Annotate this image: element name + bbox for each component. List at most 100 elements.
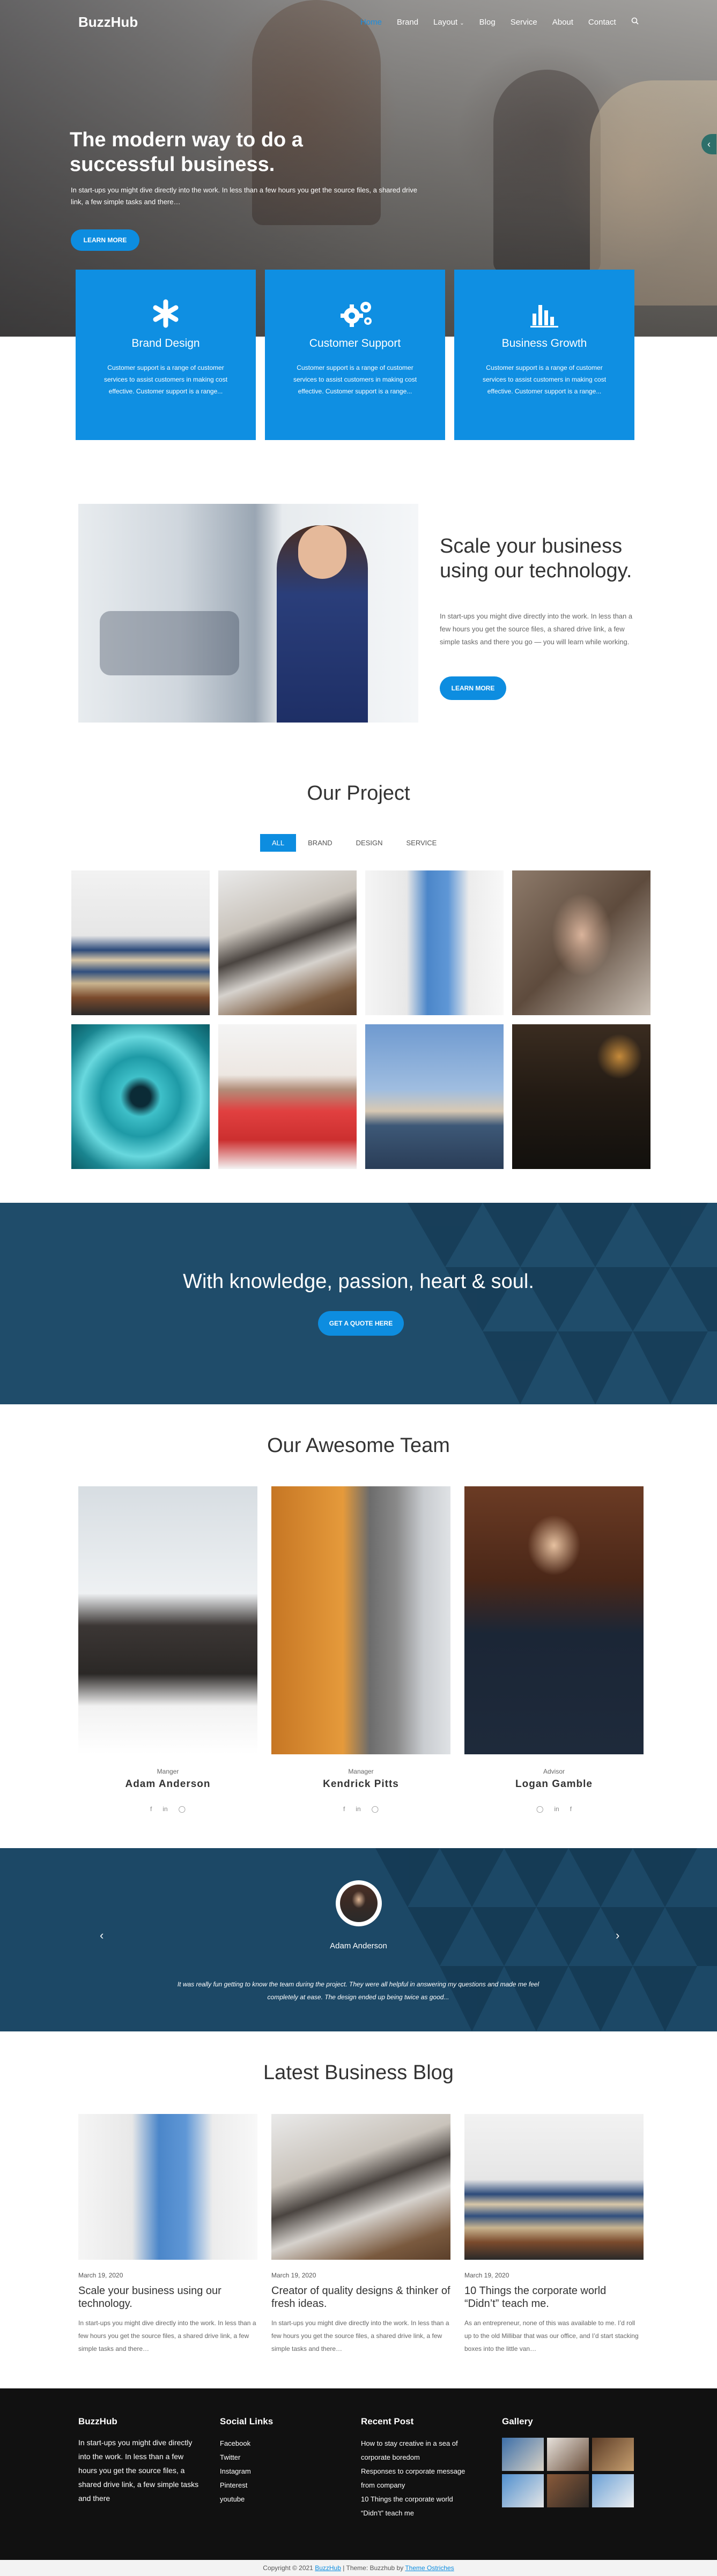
feature-text: Customer support is a range of customer … xyxy=(293,364,417,395)
linkedin-icon[interactable]: in xyxy=(162,1805,167,1813)
team-role: Manger xyxy=(157,1768,179,1775)
about-text: In start-ups you might dive directly int… xyxy=(440,612,633,646)
filter-all[interactable]: ALL xyxy=(260,834,297,852)
project-tile-woman-portrait[interactable] xyxy=(512,870,651,1015)
gallery-thumb[interactable] xyxy=(547,2438,589,2471)
footer-social-title: Social Links xyxy=(220,2416,274,2426)
bar-chart-icon xyxy=(528,297,560,330)
project-tile-eye-closeup[interactable] xyxy=(71,1024,210,1169)
blog-post-title[interactable]: 10 Things the corporate world “Didn’t” t… xyxy=(464,2284,644,2310)
blog-image[interactable] xyxy=(271,2114,450,2260)
blog-date: March 19, 2020 xyxy=(464,2272,509,2279)
team-role: Advisor xyxy=(543,1768,565,1775)
copyright-site-link[interactable]: BuzzHub xyxy=(315,2564,341,2572)
footer-link-instagram[interactable]: Instagram xyxy=(220,2465,251,2478)
footer-link-twitter[interactable]: Twitter xyxy=(220,2451,251,2465)
blog-date: March 19, 2020 xyxy=(78,2272,123,2279)
team-name: Adam Anderson xyxy=(125,1778,211,1790)
footer-link-youtube[interactable]: youtube xyxy=(220,2492,251,2506)
main-nav: Home Brand Layout ⌄ Blog Service About C… xyxy=(360,17,654,27)
testimonial-name: Adam Anderson xyxy=(330,1941,387,1950)
project-tile-newspapers[interactable] xyxy=(71,870,210,1015)
feature-title: Customer Support xyxy=(309,337,401,349)
hero-text: In start-ups you might dive directly int… xyxy=(71,186,417,206)
team-name: Logan Gamble xyxy=(515,1778,593,1790)
feature-card-brand-design: Brand Design Customer support is a range… xyxy=(76,270,256,440)
linkedin-icon[interactable]: in xyxy=(554,1805,559,1813)
project-tile-concert[interactable] xyxy=(512,1024,651,1169)
team-role: Manager xyxy=(348,1768,374,1775)
facebook-icon[interactable]: f xyxy=(570,1805,572,1813)
facebook-icon[interactable]: f xyxy=(150,1805,152,1813)
gallery-thumb[interactable] xyxy=(502,2474,544,2507)
blog-date: March 19, 2020 xyxy=(271,2272,316,2279)
gallery-thumb[interactable] xyxy=(592,2474,634,2507)
project-tile-meeting[interactable] xyxy=(218,870,357,1015)
hero-learn-more-button[interactable]: LEARN MORE xyxy=(71,229,139,251)
feature-title: Business Growth xyxy=(501,337,587,349)
team-socials: f in ◯ xyxy=(78,1805,257,1813)
facebook-icon[interactable]: f xyxy=(343,1805,345,1813)
copyright-bar: Copyright © 2021 BuzzHub | Theme: Buzzhu… xyxy=(0,2560,717,2576)
site-logo[interactable]: BuzzHub xyxy=(78,14,138,31)
instagram-icon[interactable]: ◯ xyxy=(372,1805,379,1813)
project-tile-woman-blue-blazer[interactable] xyxy=(365,870,504,1015)
team-photo-logan xyxy=(464,1486,644,1754)
nav-about[interactable]: About xyxy=(552,18,573,27)
blog-excerpt: In start-ups you might dive directly int… xyxy=(78,2319,256,2352)
testimonial-prev-arrow-icon[interactable]: ‹ xyxy=(100,1929,104,1942)
footer-recent-post[interactable]: Responses to corporate message from comp… xyxy=(361,2465,474,2492)
gallery-thumb[interactable] xyxy=(547,2474,589,2507)
instagram-icon[interactable]: ◯ xyxy=(179,1805,186,1813)
projects-title: Our Project xyxy=(307,782,410,805)
nav-brand[interactable]: Brand xyxy=(397,18,418,27)
footer-about-text: In start-ups you might dive directly int… xyxy=(78,2438,199,2503)
project-tile-red-dress[interactable] xyxy=(218,1024,357,1169)
hero-title: The modern way to do a successful busine… xyxy=(70,129,303,176)
footer-recent-post[interactable]: 10 Things the corporate world “Didn’t” t… xyxy=(361,2492,474,2520)
nav-contact[interactable]: Contact xyxy=(588,18,616,27)
nav-service[interactable]: Service xyxy=(511,18,537,27)
gallery-thumb[interactable] xyxy=(592,2438,634,2471)
team-socials: f in ◯ xyxy=(271,1805,450,1813)
blog-title: Latest Business Blog xyxy=(263,2061,454,2084)
filter-brand[interactable]: BRAND xyxy=(296,834,344,852)
filter-service[interactable]: SERVICE xyxy=(395,834,449,852)
team-name: Kendrick Pitts xyxy=(323,1778,399,1790)
nav-blog[interactable]: Blog xyxy=(479,18,496,27)
footer-link-pinterest[interactable]: Pinterest xyxy=(220,2478,251,2492)
nav-home[interactable]: Home xyxy=(360,18,382,27)
copyright-prefix: Copyright © 2021 xyxy=(263,2564,313,2572)
team-photo-kendrick xyxy=(271,1486,450,1754)
copyright-theme-link[interactable]: Theme Ostriches xyxy=(405,2564,454,2572)
footer-recent-post[interactable]: How to stay creative in a sea of corpora… xyxy=(361,2437,474,2465)
blog-excerpt: In start-ups you might dive directly int… xyxy=(271,2319,449,2352)
footer-link-facebook[interactable]: Facebook xyxy=(220,2437,251,2451)
linkedin-icon[interactable]: in xyxy=(356,1805,360,1813)
blog-image[interactable] xyxy=(464,2114,644,2260)
footer-recent-posts: How to stay creative in a sea of corpora… xyxy=(361,2437,474,2520)
nav-layout[interactable]: Layout ⌄ xyxy=(433,18,464,27)
team-socials: ◯ in f xyxy=(464,1805,644,1813)
feature-title: Brand Design xyxy=(131,337,200,349)
blog-post-title[interactable]: Creator of quality designs & thinker of … xyxy=(271,2284,450,2310)
banner-title: With knowledge, passion, heart & soul. xyxy=(183,1270,534,1293)
copyright-middle: | Theme: Buzzhub by xyxy=(343,2564,404,2572)
team-photo-adam xyxy=(78,1486,257,1754)
instagram-icon[interactable]: ◯ xyxy=(536,1805,543,1813)
testimonial-section xyxy=(0,1848,717,2031)
about-learn-more-button[interactable]: LEARN MORE xyxy=(440,676,506,700)
about-photo-background-people xyxy=(100,611,239,675)
get-quote-button[interactable]: GET A QUOTE HERE xyxy=(318,1311,404,1336)
project-tile-harbor[interactable] xyxy=(365,1024,504,1169)
search-icon[interactable] xyxy=(631,17,639,27)
about-title: Scale your business using our technology… xyxy=(440,535,632,582)
asterisk-icon xyxy=(150,297,182,330)
footer-recent-title: Recent Post xyxy=(361,2416,414,2426)
testimonial-next-arrow-icon[interactable]: › xyxy=(616,1929,619,1942)
avatar-photo xyxy=(340,1885,378,1922)
blog-post-title[interactable]: Scale your business using our technology… xyxy=(78,2284,257,2310)
gallery-thumb[interactable] xyxy=(502,2438,544,2471)
filter-design[interactable]: DESIGN xyxy=(344,834,395,852)
blog-image[interactable] xyxy=(78,2114,257,2260)
